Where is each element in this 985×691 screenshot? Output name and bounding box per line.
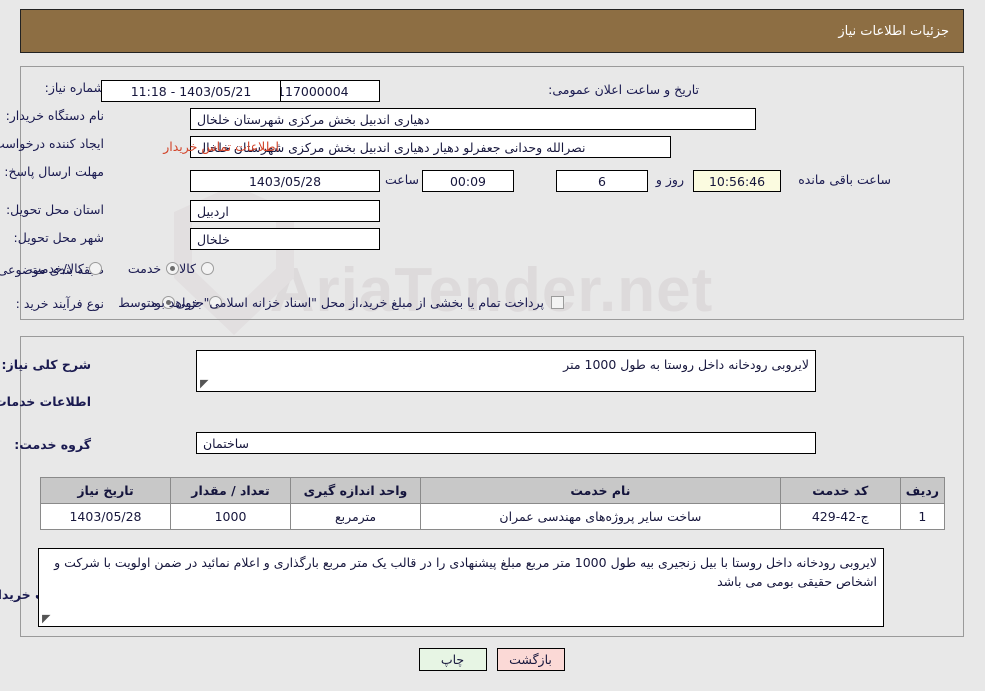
purchase-process-label-wrap: نوع فرآیند خرید : xyxy=(17,296,105,311)
category-option-kala-khedmat[interactable]: کالا/خدمت xyxy=(30,261,103,276)
category-option-label: کالا/خدمت xyxy=(30,261,85,276)
deadline-label-wrap: مهلت ارسال پاسخ: تا تاریخ: xyxy=(0,164,105,181)
category-radio-group: کالا خدمت کالا/خدمت xyxy=(4,261,215,276)
announce-datetime-value: 1403/05/21 - 11:18 xyxy=(102,80,282,102)
cell-service-name: ساخت سایر پروژه‌های مهندسی عمران xyxy=(421,503,782,530)
cell-service-code: ج-42-429 xyxy=(780,503,902,530)
column-header-need-date: تاریخ نیاز xyxy=(41,477,172,504)
contact-link-wrap[interactable]: اطلاعات تماس خریدار xyxy=(164,139,280,154)
need-info-panel xyxy=(21,66,965,320)
cell-unit: مترمربع xyxy=(291,503,422,530)
buyer-org-label-wrap: نام دستگاه خریدار: xyxy=(7,108,105,123)
requester-label-wrap: ایجاد کننده درخواست: xyxy=(0,136,105,151)
column-header-index: ردیف xyxy=(900,477,947,504)
delivery-province-value: اردبیل xyxy=(191,200,381,222)
back-button[interactable]: بازگشت xyxy=(497,648,566,671)
radio-icon[interactable] xyxy=(202,262,215,275)
countdown-value: 10:56:46 xyxy=(694,170,782,192)
column-header-unit: واحد اندازه گیری xyxy=(291,477,422,504)
deadline-time-label: ساعت xyxy=(385,172,420,187)
category-option-label: خدمت xyxy=(128,261,163,276)
countdown-label-wrap: ساعت باقی مانده xyxy=(799,172,892,187)
deadline-days-value: 6 xyxy=(557,170,649,192)
purchase-process-label: نوع فرآیند خرید : xyxy=(16,296,105,311)
need-number-label: شماره نیاز: xyxy=(45,80,105,95)
table-header-row: ردیف کد خدمت نام خدمت واحد اندازه گیری ت… xyxy=(41,477,947,504)
general-desc-label: شرح کلی نیاز: xyxy=(2,357,92,372)
resize-grip-icon[interactable]: ◥ xyxy=(43,612,53,625)
checkbox-icon[interactable] xyxy=(552,296,565,309)
cell-need-date: 1403/05/28 xyxy=(41,503,172,530)
resize-grip-icon[interactable]: ◥ xyxy=(201,377,211,390)
deadline-date-value: 1403/05/28 xyxy=(191,170,381,192)
service-group-label: گروه خدمت: xyxy=(15,437,92,452)
buyer-org-label: نام دستگاه خریدار: xyxy=(6,108,105,123)
deadline-days-label-wrap: روز و xyxy=(657,172,685,187)
treasury-docs-checkbox-wrap[interactable]: پرداخت تمام یا بخشی از مبلغ خرید،از محل … xyxy=(146,295,565,310)
buyer-contact-link[interactable]: اطلاعات تماس خریدار xyxy=(164,139,280,154)
category-option-label: کالا xyxy=(180,261,197,276)
cell-index: 1 xyxy=(900,503,947,530)
services-section-title: اطلاعات خدمات مورد نیاز xyxy=(0,394,92,409)
requester-label: ایجاد کننده درخواست: xyxy=(0,136,105,151)
column-header-service-code: کد خدمت xyxy=(780,477,902,504)
radio-icon[interactable] xyxy=(89,262,103,275)
general-desc-value: لایروبی رودخانه داخل روستا به طول 1000 م… xyxy=(564,357,810,372)
category-option-khedmat[interactable]: خدمت xyxy=(128,261,181,276)
buyer-notes-textarea[interactable]: لایروبی رودخانه داخل روستا با بیل زنجیری… xyxy=(39,548,885,627)
category-option-kala[interactable]: کالا xyxy=(180,261,215,276)
page-title: جزئیات اطلاعات نیاز xyxy=(839,23,950,39)
page-root: AriaTender.net جزئیات اطلاعات نیاز شماره… xyxy=(0,0,985,691)
need-number-label-wrap: شماره نیاز: xyxy=(46,80,105,95)
deadline-time-label-wrap: ساعت xyxy=(386,172,420,187)
print-button[interactable]: چاپ xyxy=(419,648,488,671)
treasury-docs-checkbox-label: پرداخت تمام یا بخشی از مبلغ خرید،از محل … xyxy=(146,295,545,310)
general-desc-label-wrap: شرح کلی نیاز: xyxy=(3,357,92,372)
delivery-city-value: خلخال xyxy=(191,228,381,250)
services-section-title-wrap: اطلاعات خدمات مورد نیاز xyxy=(0,394,92,409)
cell-quantity: 1000 xyxy=(171,503,292,530)
page-header: جزئیات اطلاعات نیاز xyxy=(21,9,965,53)
delivery-city-label-wrap: شهر محل تحویل: xyxy=(15,230,105,245)
deadline-time-value: 00:09 xyxy=(423,170,515,192)
radio-icon[interactable] xyxy=(167,262,181,275)
column-header-service-name: نام خدمت xyxy=(421,477,782,504)
delivery-city-label: شهر محل تحویل: xyxy=(14,230,105,245)
announce-datetime-label: تاریخ و ساعت اعلان عمومی: xyxy=(549,82,700,97)
deadline-label: مهلت ارسال پاسخ: تا تاریخ: xyxy=(0,164,105,179)
delivery-province-label-wrap: استان محل تحویل: xyxy=(7,202,105,217)
column-header-quantity: تعداد / مقدار xyxy=(171,477,292,504)
service-group-label-wrap: گروه خدمت: xyxy=(15,437,92,452)
deadline-days-label: روز و xyxy=(656,172,685,187)
delivery-province-label: استان محل تحویل: xyxy=(6,202,105,217)
services-table: ردیف کد خدمت نام خدمت واحد اندازه گیری ت… xyxy=(41,477,947,530)
buyer-notes-value: لایروبی رودخانه داخل روستا با بیل زنجیری… xyxy=(55,555,878,590)
general-desc-textarea[interactable]: لایروبی رودخانه داخل روستا به طول 1000 م… xyxy=(197,350,817,392)
buyer-org-value: دهیاری اندبیل بخش مرکزی شهرستان خلخال xyxy=(191,108,757,130)
table-row: 1 ج-42-429 ساخت سایر پروژه‌های مهندسی عم… xyxy=(41,503,947,530)
service-group-value: ساختمان xyxy=(197,432,817,454)
countdown-label: ساعت باقی مانده xyxy=(799,172,892,187)
action-buttons: بازگشت چاپ xyxy=(0,648,985,671)
